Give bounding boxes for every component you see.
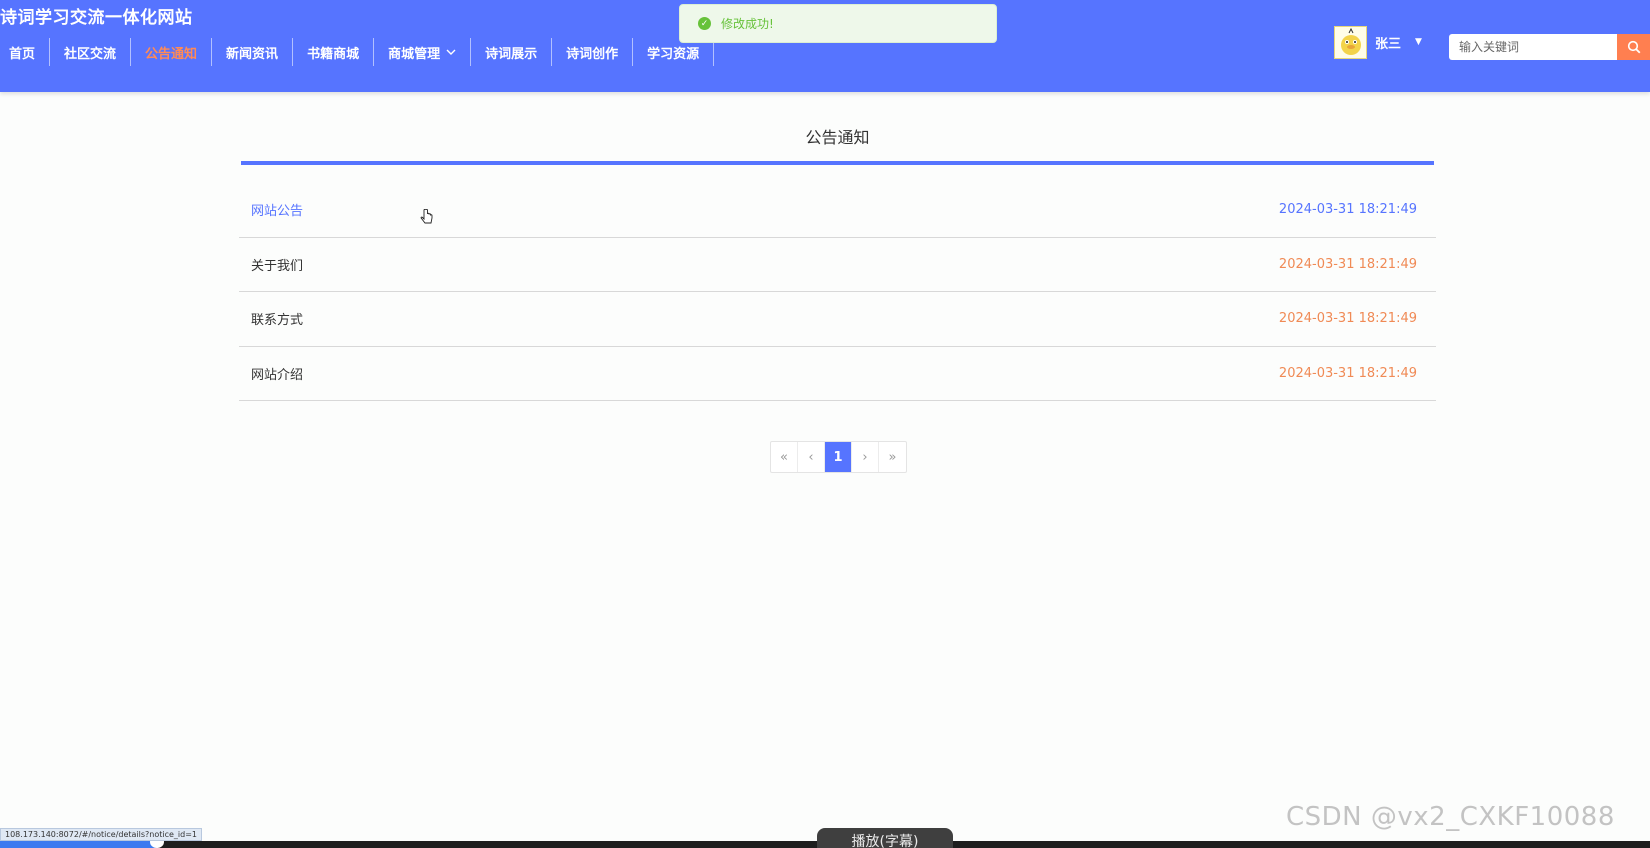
play-subtitle-button[interactable]: 播放(字幕) <box>817 828 953 848</box>
nav-item-home[interactable]: 首页 <box>0 38 51 66</box>
page-first-button[interactable]: « <box>771 442 798 472</box>
search-input[interactable] <box>1449 34 1617 60</box>
notice-row[interactable]: 联系方式 2024-03-31 18:21:49 <box>239 292 1436 347</box>
duck-avatar-icon[interactable] <box>1334 25 1367 59</box>
search-box <box>1449 34 1650 60</box>
nav-item-poem-show[interactable]: 诗词展示 <box>471 38 553 66</box>
status-bar-url: 108.173.140:8072/#/notice/details?notice… <box>0 828 203 841</box>
notice-list: 网站公告 2024-03-31 18:21:49 关于我们 2024-03-31… <box>239 183 1436 401</box>
notice-title[interactable]: 联系方式 <box>251 309 303 328</box>
search-icon <box>1627 40 1640 54</box>
page-prev-button[interactable]: ‹ <box>798 442 825 472</box>
page-title: 公告通知 <box>805 128 870 147</box>
user-menu[interactable]: 张三 ▼ <box>1334 25 1422 59</box>
chevron-down-icon <box>446 49 456 55</box>
pagination: « ‹ 1 › » <box>770 441 907 473</box>
nav-item-shop-manage-label: 商城管理 <box>388 46 441 62</box>
notice-title[interactable]: 网站介绍 <box>251 364 303 383</box>
nav-item-shop-manage[interactable]: 商城管理 <box>374 38 472 66</box>
nav-item-notice[interactable]: 公告通知 <box>131 38 213 66</box>
nav-item-poem-create[interactable]: 诗词创作 <box>552 38 634 66</box>
notice-title[interactable]: 网站公告 <box>251 200 303 219</box>
page-last-button[interactable]: » <box>879 442 906 472</box>
notice-date: 2024-03-31 18:21:49 <box>1278 365 1417 381</box>
notice-date: 2024-03-31 18:21:49 <box>1278 311 1417 327</box>
nav-item-news[interactable]: 新闻资讯 <box>212 38 294 66</box>
nav-item-bookstore[interactable]: 书籍商城 <box>293 38 375 66</box>
title-underline <box>241 161 1434 165</box>
success-toast: ✓ 修改成功! <box>679 4 997 43</box>
search-button[interactable] <box>1617 34 1650 60</box>
main-nav: 首页 社区交流 公告通知 新闻资讯 书籍商城 商城管理 诗词展示 诗词创作 学习… <box>0 38 715 66</box>
notice-date: 2024-03-31 18:21:49 <box>1278 256 1417 272</box>
page-next-button[interactable]: › <box>852 442 879 472</box>
video-progress-fill <box>0 841 158 848</box>
csdn-watermark: CSDN @vx2_CXKF10088 <box>1286 802 1615 832</box>
site-title: 诗词学习交流一体化网站 <box>0 8 193 28</box>
toast-message: 修改成功! <box>721 17 774 31</box>
caret-down-icon[interactable]: ▼ <box>1415 37 1422 47</box>
notice-title[interactable]: 关于我们 <box>251 255 303 274</box>
nav-item-community[interactable]: 社区交流 <box>50 38 132 66</box>
check-circle-icon: ✓ <box>698 17 711 30</box>
notice-row[interactable]: 网站公告 2024-03-31 18:21:49 <box>239 183 1436 238</box>
notice-date: 2024-03-31 18:21:49 <box>1278 202 1417 218</box>
page-number-button[interactable]: 1 <box>825 442 852 472</box>
notice-row[interactable]: 网站介绍 2024-03-31 18:21:49 <box>239 347 1436 401</box>
hand-cursor-icon <box>420 209 433 224</box>
notice-row[interactable]: 关于我们 2024-03-31 18:21:49 <box>239 238 1436 292</box>
user-name[interactable]: 张三 <box>1375 33 1401 52</box>
